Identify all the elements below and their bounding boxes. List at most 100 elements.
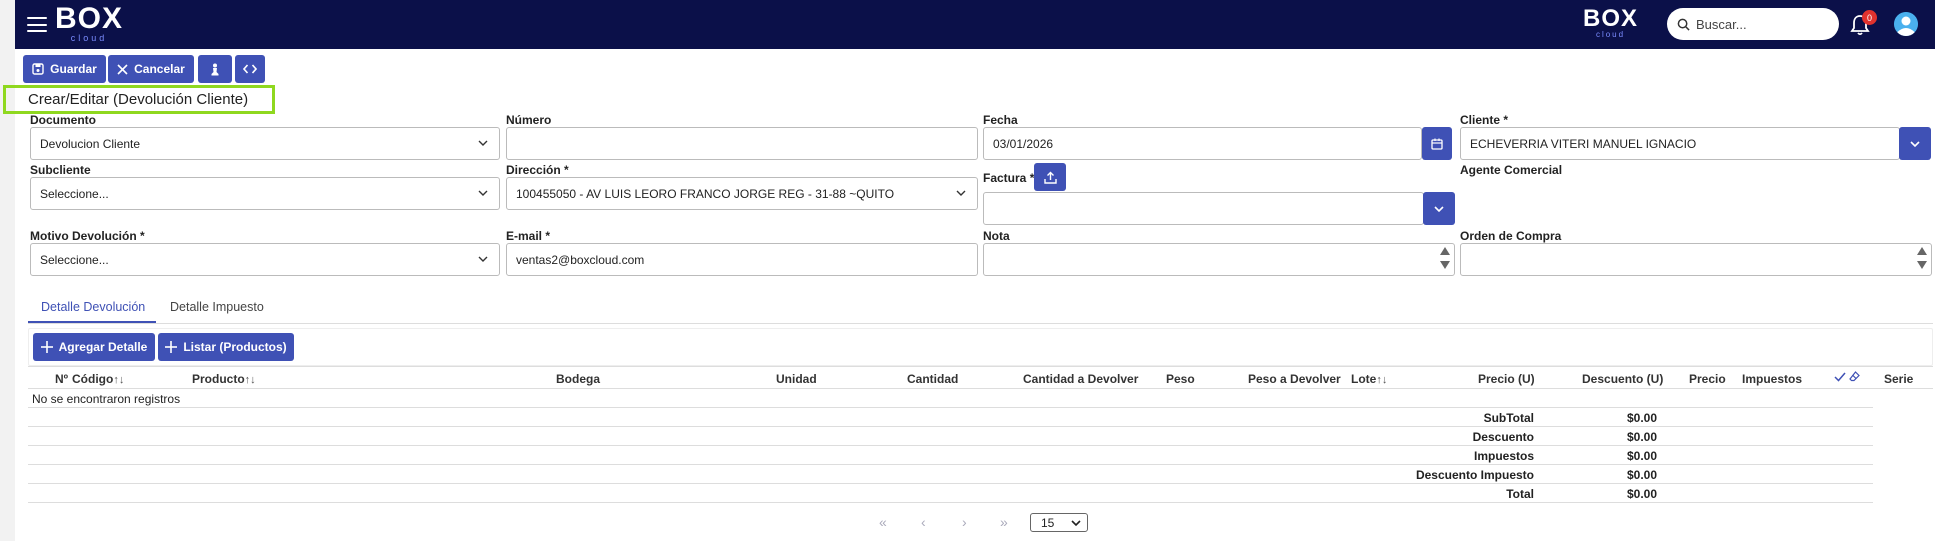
- descuento-impuesto-value: $0.00: [1627, 468, 1658, 482]
- numero-input[interactable]: [506, 127, 978, 160]
- motivo-value: Seleccione...: [40, 252, 109, 267]
- nota-spinner[interactable]: [1440, 247, 1450, 269]
- col-header-peso: Peso: [1166, 372, 1195, 386]
- chevron-down-icon: [1910, 140, 1920, 147]
- cancel-button[interactable]: Cancelar: [108, 55, 194, 83]
- col-header-descuento-u: Descuento (U): [1582, 372, 1664, 386]
- col-header-cantidad-devolver: Cantidad a Devolver: [1023, 372, 1139, 386]
- subcliente-label: Subcliente: [30, 163, 91, 177]
- chess-piece-button[interactable]: [198, 55, 232, 83]
- sort-icon[interactable]: ↑↓: [245, 374, 256, 386]
- row-divider: [28, 426, 1873, 427]
- cliente-input[interactable]: ECHEVERRIA VITERI MANUEL IGNACIO: [1460, 127, 1900, 160]
- arrow-up-icon[interactable]: [1917, 247, 1927, 255]
- cliente-label: Cliente *: [1460, 113, 1508, 127]
- hamburger-menu-icon[interactable]: [27, 17, 47, 32]
- add-detail-button[interactable]: Agregar Detalle: [33, 333, 155, 361]
- col-header-precio-u: Precio (U): [1478, 372, 1535, 386]
- required-mark: *: [140, 229, 145, 243]
- impuestos-value: $0.00: [1627, 449, 1658, 463]
- row-divider: [28, 502, 1873, 503]
- code-button[interactable]: [235, 55, 265, 83]
- col-header-peso-devolver: Peso a Devolver: [1248, 372, 1341, 386]
- sort-icon[interactable]: ↑↓: [113, 374, 124, 386]
- user-icon: [1894, 12, 1918, 36]
- col-header-lote[interactable]: Lote↑↓: [1351, 372, 1387, 386]
- logo-text: BOX: [55, 2, 124, 35]
- fecha-input[interactable]: 03/01/2026: [983, 127, 1422, 160]
- documento-label: Documento: [30, 113, 96, 127]
- required-mark: *: [564, 163, 569, 177]
- arrow-up-icon[interactable]: [1440, 247, 1450, 255]
- direccion-label: Dirección *: [506, 163, 569, 177]
- search-box[interactable]: [1667, 8, 1839, 40]
- add-detail-label: Agregar Detalle: [58, 340, 148, 354]
- orden-compra-spinner[interactable]: [1917, 247, 1927, 269]
- motivo-label-text: Motivo Devolución: [30, 229, 137, 243]
- tab-divider: [28, 323, 1933, 324]
- documento-select[interactable]: Devolucion Cliente: [30, 127, 500, 160]
- subcliente-select[interactable]: Seleccione...: [30, 177, 500, 210]
- col-header-codigo[interactable]: Código↑↓: [72, 372, 124, 386]
- check-icon[interactable]: [1834, 372, 1846, 382]
- agente-label: Agente Comercial: [1460, 163, 1563, 177]
- row-divider: [28, 483, 1873, 484]
- cliente-dropdown-button[interactable]: [1899, 127, 1931, 160]
- upload-button[interactable]: [1034, 163, 1066, 191]
- required-mark: *: [545, 229, 551, 243]
- motivo-label: Motivo Devolución *: [30, 229, 145, 243]
- orden-compra-textarea[interactable]: [1460, 243, 1932, 276]
- col-header-impuestos: Impuestos: [1742, 372, 1803, 386]
- factura-input[interactable]: [983, 192, 1424, 225]
- first-page-button[interactable]: «: [879, 514, 887, 530]
- top-navbar: [15, 0, 1935, 49]
- calendar-icon: [1431, 138, 1443, 150]
- direccion-select[interactable]: 100455050 - AV LUIS LEORO FRANCO JORGE R…: [506, 177, 978, 210]
- col-header-unidad: Unidad: [776, 372, 817, 386]
- row-divider: [28, 464, 1873, 465]
- user-avatar[interactable]: [1894, 12, 1918, 36]
- email-field[interactable]: ventas2@boxcloud.com: [506, 243, 978, 276]
- col-header-serie: Serie: [1884, 372, 1914, 386]
- last-page-button[interactable]: »: [1000, 514, 1008, 530]
- prev-page-button[interactable]: ‹: [921, 514, 926, 530]
- orden-compra-label: Orden de Compra: [1460, 229, 1562, 243]
- descuento-value: $0.00: [1627, 430, 1658, 444]
- sort-icon[interactable]: ↑↓: [1376, 374, 1387, 386]
- code-icon: [243, 64, 257, 74]
- save-icon: [32, 63, 44, 75]
- list-products-label: Listar (Productos): [183, 340, 287, 354]
- eraser-icon[interactable]: [1849, 371, 1861, 382]
- calendar-button[interactable]: [1422, 127, 1452, 160]
- page-size-select[interactable]: 15: [1030, 513, 1088, 532]
- chevron-down-icon: [478, 256, 488, 262]
- motivo-select[interactable]: Seleccione...: [30, 243, 500, 276]
- search-input[interactable]: [1696, 16, 1826, 32]
- direccion-value: 100455050 - AV LUIS LEORO FRANCO JORGE R…: [516, 186, 895, 201]
- save-button[interactable]: Guardar: [23, 55, 106, 83]
- plus-icon: [165, 341, 178, 353]
- page-size-value: 15: [1041, 515, 1055, 530]
- factura-dropdown-button[interactable]: [1423, 192, 1455, 225]
- table-header-border: [28, 388, 1933, 389]
- chevron-down-icon: [478, 140, 488, 146]
- subtotal-value: $0.00: [1627, 411, 1658, 425]
- arrow-down-icon[interactable]: [1917, 261, 1927, 269]
- arrow-down-icon[interactable]: [1440, 261, 1450, 269]
- tab-detalle-impuesto[interactable]: Detalle Impuesto: [170, 300, 264, 314]
- next-page-button[interactable]: ›: [962, 514, 967, 530]
- chess-pawn-icon: [211, 63, 219, 75]
- col-header-producto[interactable]: Producto↑↓: [192, 372, 256, 386]
- col-header-producto-text: Producto: [192, 372, 245, 386]
- nota-label: Nota: [983, 229, 1010, 243]
- tab-detalle-devolucion[interactable]: Detalle Devolución: [41, 300, 145, 314]
- documento-value: Devolucion Cliente: [40, 136, 141, 151]
- app-page: BOX cloud BOX cloud 0 Guardar Cancelar C…: [0, 0, 1935, 541]
- brand-logo[interactable]: BOX cloud: [55, 2, 123, 43]
- list-products-button[interactable]: Listar (Productos): [158, 333, 294, 361]
- nota-textarea[interactable]: [983, 243, 1455, 276]
- row-divider: [28, 445, 1873, 446]
- left-strip: [0, 0, 15, 541]
- plus-icon: [40, 341, 53, 353]
- row-divider: [28, 407, 1873, 408]
